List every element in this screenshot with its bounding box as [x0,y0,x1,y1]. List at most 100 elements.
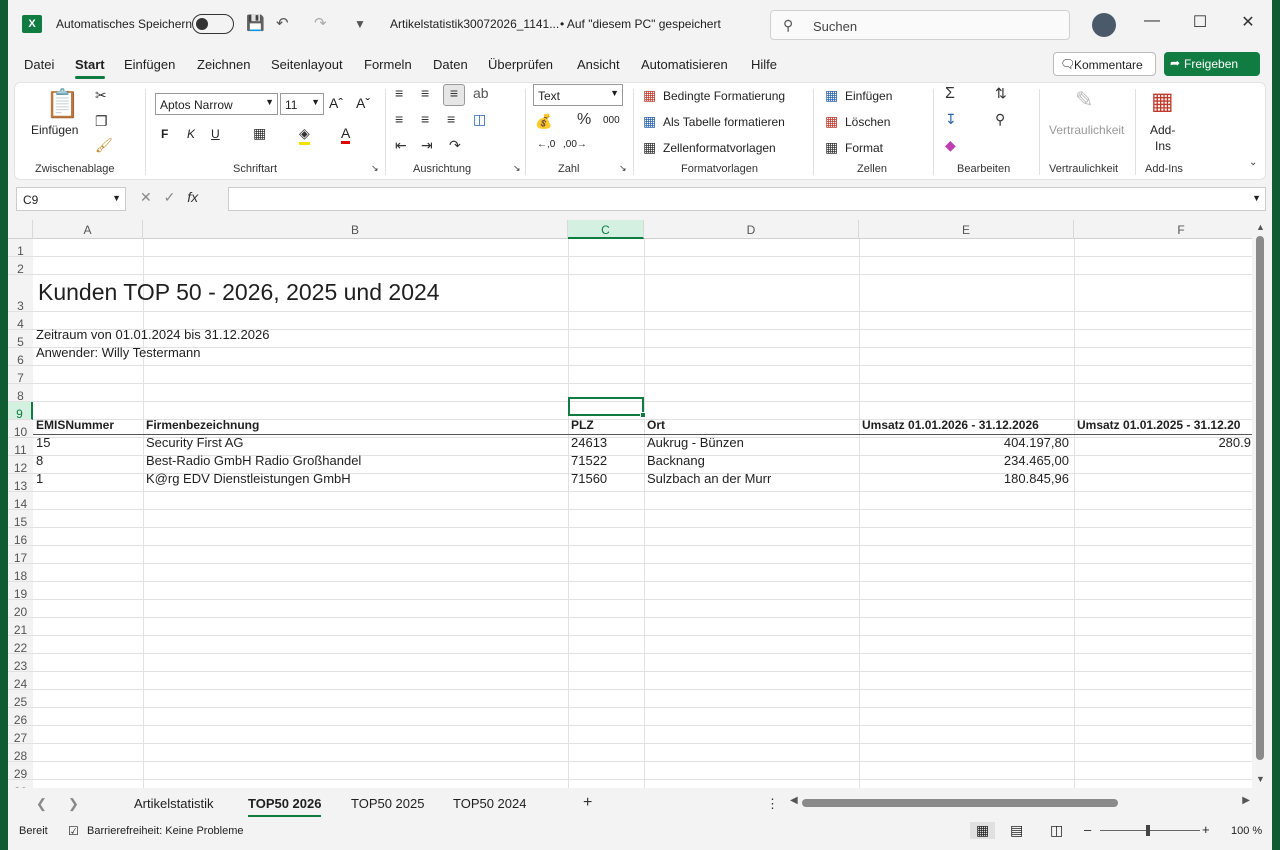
sheet-tab-top50-2024[interactable]: TOP50 2024 [453,796,526,811]
name-box[interactable]: C9 ▼ [16,187,126,211]
row-header[interactable]: 1 [8,239,33,258]
clear-icon[interactable]: ◆ [945,137,956,154]
conditional-format-button[interactable]: Bedingte Formatierung [663,89,785,103]
sheet-tab-top50-2026[interactable]: TOP50 2026 [248,796,322,817]
paste-label[interactable]: Einfügen [31,123,78,137]
conditional-format-icon[interactable]: ▦ [643,87,656,104]
align-center-icon[interactable]: ≡ [421,111,429,127]
borders-icon[interactable]: ▦ [253,125,266,142]
grow-font-icon[interactable]: Aˆ [329,95,343,111]
row-header[interactable]: 26 [8,708,33,727]
align-top-icon[interactable]: ≡ [395,85,403,101]
number-format-select[interactable]: Text ▼ [533,84,623,106]
vertical-scroll-thumb[interactable] [1256,236,1264,760]
tab-seitenlayout[interactable]: Seitenlayout [271,57,343,72]
vertical-scrollbar[interactable]: ▲ ▼ [1254,220,1266,788]
dialog-launcher-icon[interactable]: ↘ [619,163,627,174]
format-cells-button[interactable]: Format [845,141,883,155]
row-header[interactable]: 23 [8,654,33,673]
row-header[interactable]: 19 [8,582,33,601]
dialog-launcher-icon[interactable]: ↘ [513,163,521,174]
zoom-slider-knob[interactable] [1146,825,1150,836]
sensitivity-button[interactable]: Vertraulichkeit [1049,123,1124,137]
sheet-next-icon[interactable]: ❯ [68,796,79,812]
active-cell-c9[interactable] [568,397,646,418]
row-header[interactable]: 10 [8,420,33,439]
horizontal-scrollbar[interactable]: ◀ ▶ [790,795,1250,808]
row-header[interactable]: 15 [8,510,33,529]
row-header[interactable]: 25 [8,690,33,709]
collapse-ribbon-icon[interactable]: ⌄ [1249,157,1257,168]
format-as-table-icon[interactable]: ▦ [643,113,656,130]
scroll-up-icon[interactable]: ▲ [1256,222,1265,232]
row-11-ort[interactable]: Aukrug - Bünzen [647,435,744,450]
underline-icon[interactable]: U [211,127,220,141]
row-header[interactable]: 21 [8,618,33,637]
row-11-emis[interactable]: 15 [36,435,50,450]
merge-icon[interactable]: ◫ [473,111,486,128]
tab-hilfe[interactable]: Hilfe [751,57,777,72]
row-header[interactable]: 24 [8,672,33,691]
share-button[interactable]: ➦ Freigeben [1164,52,1260,76]
row-12-ort[interactable]: Backnang [647,453,705,468]
format-as-table-button[interactable]: Als Tabelle formatieren [663,115,785,129]
copy-icon[interactable]: ❐ [95,113,108,130]
page-break-view-icon[interactable]: ◫ [1050,822,1063,839]
row-header[interactable]: 14 [8,492,33,511]
spreadsheet-grid[interactable]: A B C D E F 1 2 3 4 5 6 7 8 9 10 11 12 13 14 15 16 17 18 1… [8,220,1252,788]
minimize-icon[interactable]: — [1140,12,1164,30]
align-middle-icon[interactable]: ≡ [421,85,429,101]
row-header[interactable]: 17 [8,546,33,565]
tab-datei[interactable]: Datei [24,57,54,72]
align-bottom-icon[interactable]: ≡ [443,84,465,106]
sort-filter-icon[interactable]: ⇅ [995,85,1007,102]
decrease-indent-icon[interactable]: ⇤ [395,137,407,154]
normal-view-icon[interactable]: ▦ [970,822,996,839]
customize-qat-icon[interactable]: ▼ [354,17,366,31]
format-cells-icon[interactable]: ▦ [825,139,838,156]
row-header[interactable]: 7 [8,366,33,385]
row-header[interactable]: 9 [8,402,33,421]
tab-ansicht[interactable]: Ansicht [577,57,620,72]
row-header[interactable]: 29 [8,762,33,781]
column-header-d[interactable]: D [644,220,859,239]
row-12-umsatz-2026[interactable]: 234.465,00 [859,453,1069,468]
row-header[interactable]: 27 [8,726,33,745]
formula-input[interactable]: ▼ [228,187,1266,211]
header-umsatz-2025[interactable]: Umsatz 01.01.2025 - 31.12.20 [1077,418,1252,432]
font-name-select[interactable]: Aptos Narrow ▼ [155,93,278,115]
bold-icon[interactable]: F [161,127,168,141]
row-header[interactable]: 16 [8,528,33,547]
row-header[interactable]: 18 [8,564,33,583]
row-header[interactable]: 12 [8,456,33,475]
zoom-level[interactable]: 100 % [1231,825,1262,837]
row-13-firma[interactable]: K@rg EDV Dienstleistungen GmbH [146,471,351,486]
redo-icon[interactable]: ↷ [314,14,327,32]
column-header-a[interactable]: A [33,220,143,239]
font-color-icon[interactable]: A [341,125,351,144]
row-header[interactable]: 4 [8,312,33,331]
comments-button[interactable]: 🗨 Kommentare [1053,52,1156,76]
row-11-umsatz-2026[interactable]: 404.197,80 [859,435,1069,450]
page-layout-view-icon[interactable]: ▤ [1010,822,1023,839]
tab-zeichnen[interactable]: Zeichnen [197,57,250,72]
cell-styles-icon[interactable]: ▦ [643,139,656,156]
sheet-tab-artikelstatistik[interactable]: Artikelstatistik [134,796,213,811]
avatar[interactable] [1092,13,1116,37]
row-header[interactable]: 13 [8,474,33,493]
row-header[interactable]: 30 [8,780,33,788]
search-input[interactable]: ⚲ Suchen [770,10,1070,40]
header-ort[interactable]: Ort [647,418,665,432]
scroll-right-icon[interactable]: ▶ [1242,795,1250,806]
confirm-icon[interactable]: ✓ [164,189,176,205]
row-12-firma[interactable]: Best-Radio GmbH Radio Großhandel [146,453,361,468]
save-state[interactable]: • Auf "diesem PC" gespeichert [560,17,721,31]
autosave-toggle[interactable] [192,14,234,34]
zoom-out-icon[interactable]: – [1084,822,1091,837]
scroll-down-icon[interactable]: ▼ [1256,774,1265,784]
cancel-icon[interactable]: ✕ [140,189,152,205]
undo-icon[interactable]: ↶ [276,14,289,32]
format-painter-icon[interactable]: 🖌 [95,137,113,154]
header-emisnummer[interactable]: EMISNummer [36,418,114,432]
row-header[interactable]: 20 [8,600,33,619]
